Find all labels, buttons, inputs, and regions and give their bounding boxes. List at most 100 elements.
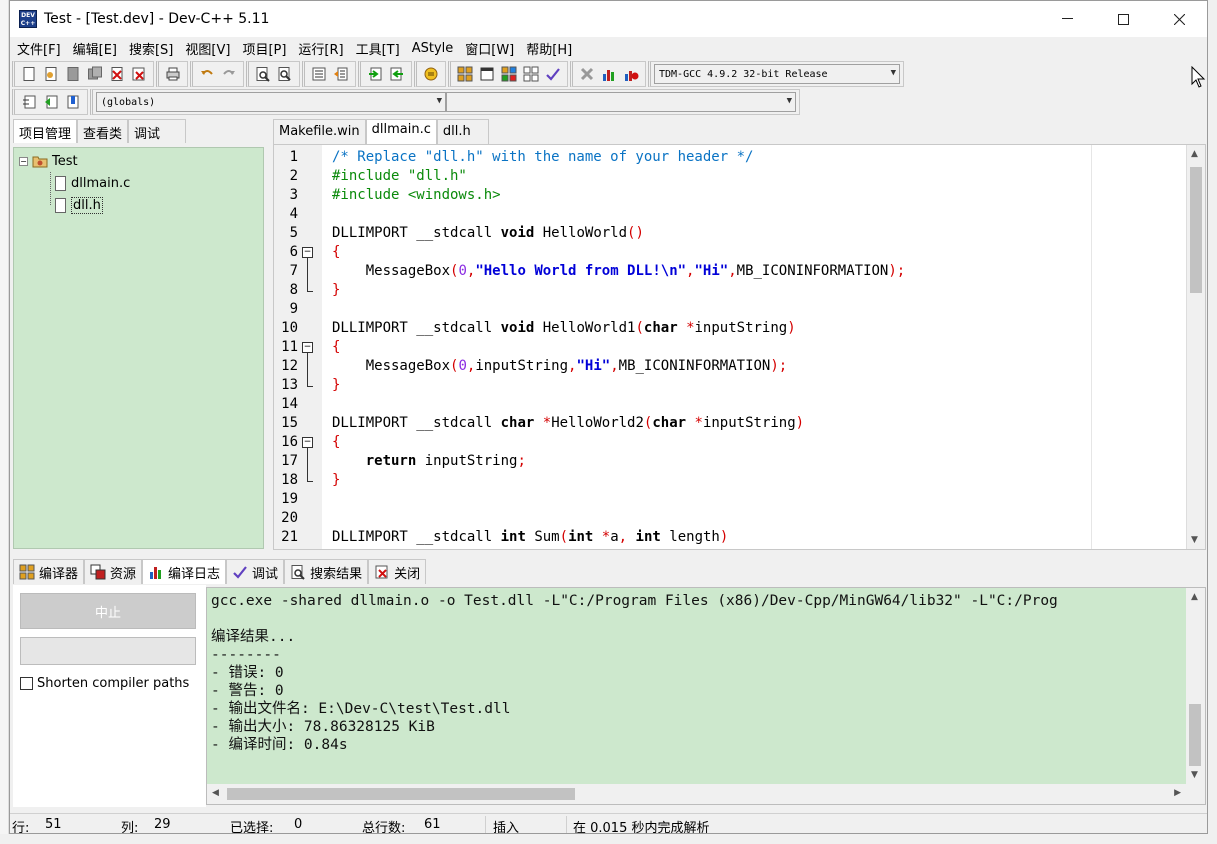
fold-toggle-icon[interactable]: −: [302, 342, 313, 353]
tab-dllmain-c[interactable]: dllmain.c: [365, 119, 437, 144]
compile-run-button[interactable]: [499, 64, 519, 84]
add-to-project-button[interactable]: [365, 64, 385, 84]
rebuild-button[interactable]: [521, 64, 541, 84]
close-file-button[interactable]: [107, 64, 127, 84]
tab-class-browser[interactable]: 查看类: [77, 119, 129, 143]
collapse-icon[interactable]: −: [19, 156, 28, 166]
tab-search-results[interactable]: 搜索结果: [284, 559, 369, 584]
tab-debug[interactable]: 调试: [128, 119, 187, 143]
scroll-right-icon[interactable]: ▶: [1174, 788, 1181, 798]
scroll-down-icon[interactable]: ▼: [1191, 770, 1198, 780]
code-line[interactable]: DLLIMPORT __stdcall void HelloWorld(): [322, 224, 1187, 243]
menu-search[interactable]: 搜索[S]: [127, 39, 181, 58]
tab-resources[interactable]: 资源: [84, 559, 143, 584]
tab-debug-output[interactable]: 调试: [226, 559, 285, 584]
scroll-up-icon[interactable]: ▲: [1191, 149, 1198, 159]
save-button[interactable]: [63, 64, 83, 84]
insert-button[interactable]: [19, 92, 39, 112]
tree-node-file[interactable]: dll.h: [14, 194, 263, 216]
menu-file[interactable]: 文件[F]: [15, 39, 69, 58]
maximize-button[interactable]: [1095, 1, 1151, 37]
code-line[interactable]: DLLIMPORT __stdcall int Sum(int *a, int …: [322, 528, 1187, 547]
open-file-button[interactable]: [41, 64, 61, 84]
code-line[interactable]: MessageBox(0,"Hello World from DLL!\n","…: [322, 262, 1187, 281]
compile-log-output[interactable]: gcc.exe -shared dllmain.o -o Test.dll -L…: [206, 587, 1206, 805]
code-line[interactable]: {: [322, 338, 1187, 357]
title-bar[interactable]: DEV C++ Test - [Test.dev] - Dev-C++ 5.11: [10, 1, 1207, 37]
undo-button[interactable]: [197, 64, 217, 84]
fold-toggle-icon[interactable]: −: [302, 437, 313, 448]
profile-button[interactable]: [599, 64, 619, 84]
scroll-thumb[interactable]: [227, 788, 575, 800]
fold-toggle-icon[interactable]: −: [302, 247, 313, 258]
close-all-button[interactable]: [129, 64, 149, 84]
code-line[interactable]: }: [322, 471, 1187, 490]
tab-project-manager[interactable]: 项目管理: [13, 119, 78, 143]
code-editor[interactable]: 1 2 3 4 5 6 7 8 9 10 11 12 13 14 15 16 17 18 19 20 21− − − /* …: [273, 144, 1206, 550]
stop-execution-button[interactable]: [577, 64, 597, 84]
menu-window[interactable]: 窗口[W]: [463, 39, 522, 58]
code-line[interactable]: {: [322, 243, 1187, 262]
run-button[interactable]: [477, 64, 497, 84]
syntax-check-button[interactable]: [543, 64, 563, 84]
goto-bookmark-button[interactable]: [63, 92, 83, 112]
project-options-button[interactable]: [421, 64, 441, 84]
redo-button[interactable]: [219, 64, 239, 84]
scroll-up-icon[interactable]: ▲: [1191, 592, 1198, 602]
code-line[interactable]: DLLIMPORT __stdcall char *HelloWorld2(ch…: [322, 414, 1187, 433]
menu-run[interactable]: 运行[R]: [296, 39, 351, 58]
find-button[interactable]: [253, 64, 273, 84]
tab-makefile[interactable]: Makefile.win: [273, 119, 366, 144]
code-line[interactable]: [322, 300, 1187, 319]
replace-button[interactable]: [275, 64, 295, 84]
editor-vertical-scrollbar[interactable]: ▲ ▼: [1186, 145, 1205, 549]
minimize-button[interactable]: [1039, 1, 1095, 37]
close-button[interactable]: [1151, 1, 1207, 37]
indent-button[interactable]: [309, 64, 329, 84]
menu-help[interactable]: 帮助[H]: [524, 39, 580, 58]
tab-close-panel[interactable]: 关闭: [368, 559, 427, 584]
save-all-button[interactable]: [85, 64, 105, 84]
code-line[interactable]: [322, 509, 1187, 528]
stop-compile-button[interactable]: 中止: [20, 593, 196, 629]
unindent-button[interactable]: [331, 64, 351, 84]
shorten-paths-checkbox[interactable]: [20, 677, 33, 690]
code-line[interactable]: }: [322, 281, 1187, 300]
menu-view[interactable]: 视图[V]: [183, 39, 238, 58]
print-button[interactable]: [163, 64, 183, 84]
code-line[interactable]: #include <windows.h>: [322, 186, 1187, 205]
code-line[interactable]: /* Replace "dll.h" with the name of your…: [322, 148, 1187, 167]
code-line[interactable]: MessageBox(0,inputString,"Hi",MB_ICONINF…: [322, 357, 1187, 376]
remove-from-project-button[interactable]: [387, 64, 407, 84]
menu-edit[interactable]: 编辑[E]: [71, 39, 125, 58]
debug-button[interactable]: [621, 64, 641, 84]
compile-button[interactable]: [455, 64, 475, 84]
function-select[interactable]: ▼: [446, 92, 796, 112]
code-line[interactable]: [322, 395, 1187, 414]
tab-dll-h[interactable]: dll.h: [436, 119, 489, 144]
scroll-thumb[interactable]: [1190, 167, 1202, 293]
code-line[interactable]: #include "dll.h": [322, 167, 1187, 186]
tab-compile-log[interactable]: 编译日志: [142, 559, 227, 584]
compiler-select[interactable]: TDM-GCC 4.9.2 32-bit Release ▼: [654, 64, 900, 84]
tab-compiler[interactable]: 编译器: [13, 559, 85, 584]
scroll-thumb[interactable]: [1189, 704, 1201, 766]
tree-node-project[interactable]: − Test: [14, 150, 263, 172]
new-file-button[interactable]: [19, 64, 39, 84]
log-vertical-scrollbar[interactable]: ▲ ▼: [1186, 588, 1205, 784]
menu-project[interactable]: 项目[P]: [240, 39, 294, 58]
scroll-down-icon[interactable]: ▼: [1191, 535, 1198, 545]
menu-tools[interactable]: 工具[T]: [354, 39, 408, 58]
code-line[interactable]: return inputString;: [322, 452, 1187, 471]
code-line[interactable]: }: [322, 376, 1187, 395]
code-text-area[interactable]: /* Replace "dll.h" with the name of your…: [322, 145, 1187, 549]
code-line[interactable]: [322, 205, 1187, 224]
toggle-bookmark-button[interactable]: [41, 92, 61, 112]
code-line[interactable]: DLLIMPORT __stdcall void HelloWorld1(cha…: [322, 319, 1187, 338]
code-line[interactable]: [322, 490, 1187, 509]
tree-node-file[interactable]: dllmain.c: [14, 172, 263, 194]
menu-astyle[interactable]: AStyle: [410, 41, 462, 56]
code-line[interactable]: {: [322, 433, 1187, 452]
scope-select[interactable]: (globals) ▼: [96, 92, 446, 112]
log-horizontal-scrollbar[interactable]: ◀ ▶: [207, 784, 1205, 804]
